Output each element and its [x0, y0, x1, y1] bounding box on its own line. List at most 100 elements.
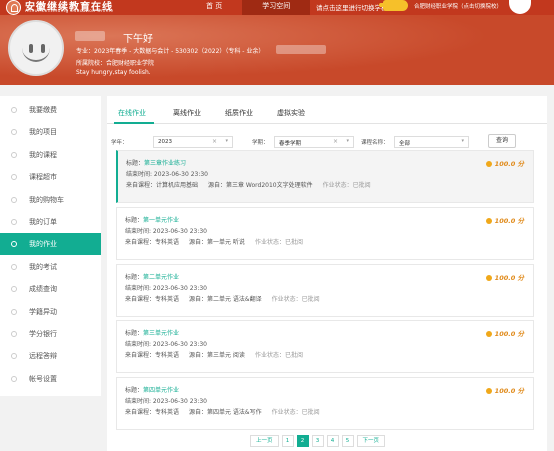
- sidebar-item-label: 我的购物车: [29, 196, 64, 204]
- homework-card[interactable]: 标题：第一单元作业 结束时间: 2023-06-30 23:30 来自课程：专科…: [116, 207, 534, 260]
- profile-banner: 下午好 专业：2023年春季 - 大数据与会计 - 530302（2022）（专…: [0, 15, 554, 85]
- coin-icon: [485, 218, 492, 224]
- circle-icon: [11, 331, 17, 337]
- sidebar-item-cart[interactable]: 我的购物车: [0, 189, 101, 211]
- title-label: 标题：: [125, 330, 144, 337]
- homework-score: 100.0 分: [485, 385, 524, 395]
- sidebar-item-label: 我的作业: [29, 240, 57, 248]
- homework-meta: 来自课程：专科英语 源自：第一单元 听说 作业状态：已批阅: [125, 237, 303, 246]
- homework-title-link[interactable]: 第一单元作业: [143, 217, 179, 224]
- pagination: 上一页 1 2 3 4 5 下一页: [250, 435, 386, 447]
- page-button[interactable]: 5: [341, 435, 354, 447]
- sidebar-item-exams[interactable]: 我的考试: [0, 256, 101, 278]
- sidebar-item-homework[interactable]: 我的作业: [0, 233, 101, 255]
- homework-course: 来自课程：专科英语: [125, 409, 180, 416]
- homework-title-link[interactable]: 第三章作业练习: [144, 160, 186, 167]
- school-switch-link[interactable]: 合肥财经职业学院（点击切换院校）: [414, 2, 502, 10]
- sidebar-menu: 我要缴费 我的项目 我的课程 课程超市 我的购物车 我的订单 我的作业 我的考试…: [0, 96, 101, 396]
- filter-bar: 学年： 2023 × ▾ 学期： 春季学期 × ▾ 课程名称： 全部 ▾ 查询: [107, 134, 547, 148]
- homework-title-link[interactable]: 第四单元作业: [143, 387, 179, 394]
- course-label: 课程名称：: [361, 140, 389, 146]
- page-button[interactable]: 1: [281, 435, 294, 447]
- homework-card[interactable]: 标题：第四单元作业 结束时间: 2023-06-30 23:30 来自课程：专科…: [116, 377, 534, 430]
- homework-tabs: 在线作业 离线作业 纸质作业 虚拟实验: [107, 96, 547, 124]
- avatar-smile: [22, 46, 50, 62]
- sidebar-item-courses[interactable]: 我的课程: [0, 144, 101, 166]
- page-button[interactable]: 3: [311, 435, 324, 447]
- pointing-hand-icon: [379, 0, 408, 11]
- circle-icon: [11, 197, 17, 203]
- sidebar-item-label: 成绩查询: [29, 285, 57, 293]
- homework-title-line: 标题：第三单元作业: [125, 328, 179, 337]
- homework-status: 作业状态：已批阅: [322, 182, 371, 189]
- query-button[interactable]: 查询: [488, 134, 516, 148]
- homework-course: 来自课程：专科英语: [125, 239, 180, 246]
- chevron-down-icon: ▾: [461, 138, 464, 144]
- sidebar-item-account-settings[interactable]: 帐号设置: [0, 368, 101, 390]
- page-button-current[interactable]: 2: [296, 435, 309, 447]
- homework-course: 来自课程：计算机应用基础: [126, 182, 199, 189]
- circle-icon: [11, 264, 17, 270]
- homework-meta: 来自课程：专科英语 源自：第四单元 语法&写作 作业状态：已批阅: [125, 407, 320, 416]
- sidebar-item-label: 学籍异动: [29, 308, 57, 316]
- coin-icon: [485, 275, 492, 281]
- homework-card[interactable]: 标题：第二单元作业 结束时间: 2023-06-30 23:30 来自课程：专科…: [116, 264, 534, 317]
- term-select[interactable]: 春季学期 × ▾: [274, 136, 354, 148]
- year-select[interactable]: 2023 × ▾: [153, 136, 233, 148]
- tab-virtual-lab[interactable]: 虚拟实验: [277, 108, 305, 118]
- main-nav: 首 页 学习空间: [186, 0, 311, 15]
- score-value: 100.0 分: [494, 330, 524, 338]
- clear-icon[interactable]: ×: [333, 138, 338, 145]
- circle-icon: [11, 353, 17, 359]
- logo-emblem-icon: [6, 0, 21, 15]
- tab-offline-homework[interactable]: 离线作业: [173, 108, 201, 118]
- homework-deadline: 结束时间: 2023-06-30 23:30: [125, 398, 207, 405]
- top-bar: 安徽继续教育在线 Anhui Continuing Education Onli…: [0, 0, 554, 15]
- tab-online-homework[interactable]: 在线作业: [118, 108, 146, 118]
- course-select[interactable]: 全部 ▾: [394, 136, 469, 148]
- sidebar-item-status-change[interactable]: 学籍异动: [0, 301, 101, 323]
- sidebar-item-orders[interactable]: 我的订单: [0, 211, 101, 233]
- sidebar-item-projects[interactable]: 我的项目: [0, 121, 101, 143]
- sidebar-item-label: 我的订单: [29, 218, 57, 226]
- sidebar-item-defense[interactable]: 远程答辩: [0, 345, 101, 367]
- title-label: 标题：: [125, 274, 144, 281]
- sidebar-item-label: 课程超市: [29, 173, 57, 181]
- circle-icon: [11, 107, 17, 113]
- nav-study-space[interactable]: 学习空间: [242, 0, 311, 15]
- score-value: 100.0 分: [494, 387, 524, 395]
- logo-subtitle: Anhui Continuing Education Online: [25, 9, 114, 14]
- next-page-button[interactable]: 下一页: [356, 435, 386, 447]
- prev-page-button[interactable]: 上一页: [250, 435, 279, 447]
- homework-card[interactable]: 标题：第三章作业练习 结束时间: 2023-06-30 23:30 来自课程：计…: [116, 150, 534, 203]
- sidebar-item-course-market[interactable]: 课程超市: [0, 166, 101, 188]
- sidebar-item-label: 学分银行: [29, 330, 57, 338]
- homework-score: 100.0 分: [485, 272, 524, 282]
- homework-deadline: 结束时间: 2023-06-30 23:30: [126, 171, 208, 178]
- nav-home[interactable]: 首 页: [186, 0, 242, 15]
- homework-status: 作业状态：已批阅: [254, 352, 303, 359]
- user-avatar[interactable]: [509, 0, 531, 14]
- sidebar-item-grades[interactable]: 成绩查询: [0, 278, 101, 300]
- homework-score: 100.0 分: [485, 328, 524, 338]
- homework-meta: 来自课程：专科英语 源自：第二单元 语法&翻译 作业状态：已批阅: [125, 294, 320, 303]
- clear-icon[interactable]: ×: [212, 138, 217, 145]
- tab-paper-homework[interactable]: 纸质作业: [225, 108, 253, 118]
- title-label: 标题：: [126, 160, 145, 167]
- score-value: 100.0 分: [494, 274, 524, 282]
- homework-source: 源自：第三章 Word2010文字处理软件: [208, 182, 313, 189]
- homework-score: 100.0 分: [485, 158, 524, 168]
- homework-card[interactable]: 标题：第三单元作业 结束时间: 2023-06-30 23:30 来自课程：专科…: [116, 320, 534, 373]
- sidebar-item-payment[interactable]: 我要缴费: [0, 99, 101, 121]
- switch-school-hint: 请点击这里进行切换学校: [316, 4, 388, 12]
- sidebar-item-credit-bank[interactable]: 学分银行: [0, 323, 101, 345]
- page-button[interactable]: 4: [326, 435, 339, 447]
- homework-title-link[interactable]: 第三单元作业: [143, 330, 179, 337]
- homework-title-line: 标题：第二单元作业: [125, 272, 179, 281]
- site-logo[interactable]: 安徽继续教育在线 Anhui Continuing Education Onli…: [6, 0, 148, 15]
- homework-source: 源自：第二单元 语法&翻译: [189, 296, 262, 303]
- homework-title-link[interactable]: 第二单元作业: [143, 274, 179, 281]
- score-value: 100.0 分: [494, 160, 524, 168]
- greeting-text: 下午好: [123, 34, 153, 45]
- homework-status: 作业状态：已批阅: [271, 296, 320, 303]
